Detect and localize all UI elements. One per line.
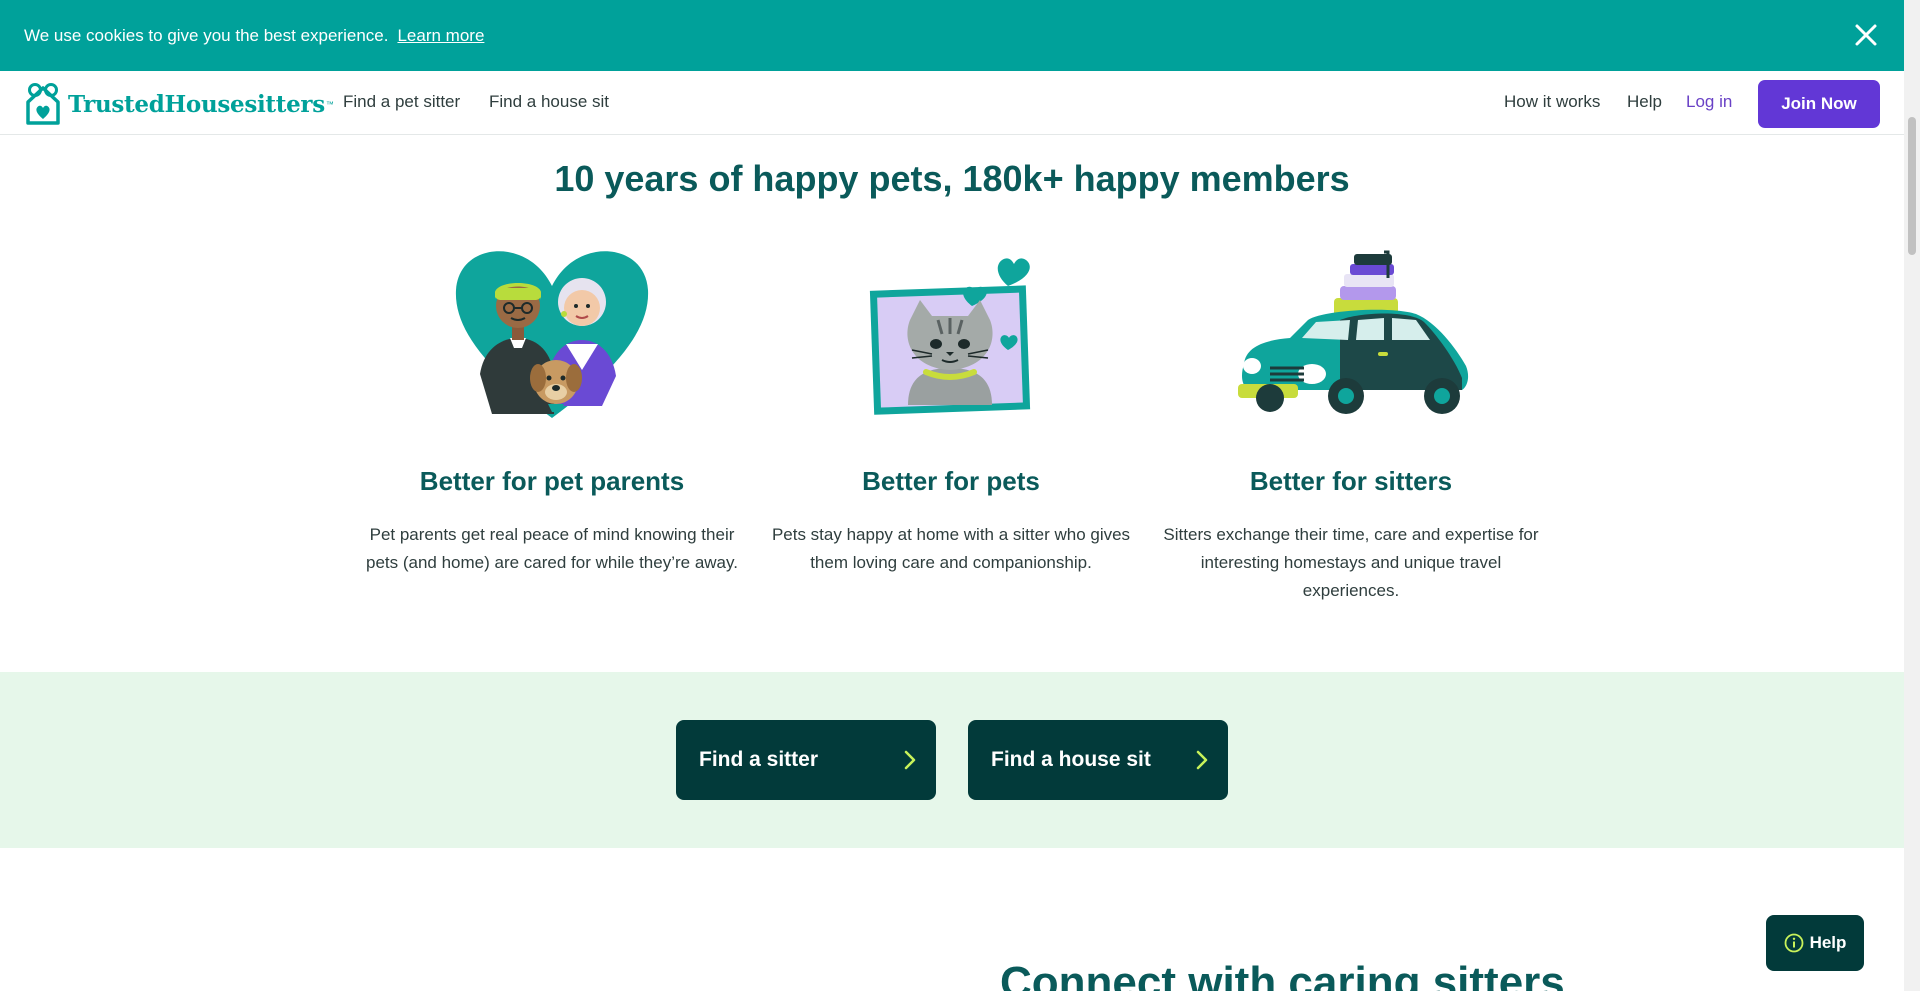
find-sitter-label: Find a sitter: [699, 748, 819, 771]
feature-title: Better for sitters: [1249, 466, 1453, 496]
nav-help[interactable]: Help: [1627, 92, 1662, 112]
page-scrollbar[interactable]: [1904, 0, 1920, 991]
car-with-luggage-illustration: [1238, 250, 1469, 414]
main-nav: TrustedHousesitters ™ Find a pet sitter …: [0, 71, 1904, 135]
cta-band: [0, 672, 1904, 848]
brand-logo[interactable]: TrustedHousesitters ™: [24, 83, 334, 125]
feature-title: Better for pet parents: [419, 466, 685, 496]
nav-find-pet-sitter[interactable]: Find a pet sitter: [343, 92, 460, 112]
nav-find-house-sit[interactable]: Find a house sit: [489, 92, 609, 112]
feature-title: Better for pets: [862, 466, 1040, 496]
heart-couple-dog-illustration: [455, 251, 649, 418]
house-paw-logo-icon: [26, 83, 60, 125]
help-widget-button[interactable]: Help: [1766, 915, 1864, 971]
cookie-message: We use cookies to give you the best expe…: [24, 25, 389, 45]
find-house-sit-button[interactable]: Find a house sit: [968, 720, 1228, 800]
find-house-sit-label: Find a house sit: [991, 748, 1151, 771]
scrollbar-thumb[interactable]: [1908, 117, 1916, 255]
section-headline: 10 years of happy pets, 180k+ happy memb…: [554, 158, 1350, 199]
learn-more-link[interactable]: Learn more: [397, 26, 484, 46]
feature-description: Pets stay happy at home with a sitter wh…: [771, 525, 1131, 572]
chevron-right-icon: [1196, 750, 1208, 770]
connect-section-heading: Connect with caring sitters: [1000, 958, 1565, 991]
help-widget-label: Help: [1809, 933, 1847, 952]
feature-pets: Better for pets Pets stay happy at home …: [761, 466, 1141, 577]
page-content: We use cookies to give you the best expe…: [0, 0, 1904, 991]
cat-portrait-hearts-illustration: [869, 258, 1031, 415]
nav-how-it-works[interactable]: How it works: [1504, 92, 1600, 112]
feature-description: Pet parents get real peace of mind knowi…: [366, 525, 738, 572]
brand-name: TrustedHousesitters: [68, 90, 325, 118]
feature-description: Sitters exchange their time, care and ex…: [1163, 525, 1539, 600]
chevron-right-icon: [904, 750, 916, 770]
brand-trademark: ™: [325, 99, 334, 109]
feature-pet-parents: Better for pet parents Pet parents get r…: [362, 466, 742, 577]
info-icon: [1784, 933, 1803, 953]
feature-sitters: Better for sitters Sitters exchange thei…: [1161, 466, 1541, 605]
cookie-banner: We use cookies to give you the best expe…: [0, 0, 1904, 71]
nav-log-in[interactable]: Log in: [1686, 92, 1732, 112]
close-icon[interactable]: [1852, 21, 1880, 49]
find-sitter-button[interactable]: Find a sitter: [676, 720, 936, 800]
page: We use cookies to give you the best expe…: [0, 0, 1920, 991]
join-now-button[interactable]: Join Now: [1758, 80, 1880, 128]
